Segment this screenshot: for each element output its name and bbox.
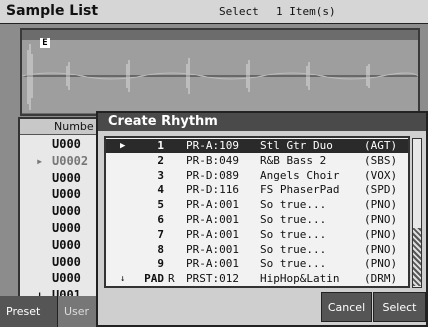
rhythm-number: 3 (157, 168, 164, 182)
sample-list-row[interactable]: U000 (20, 137, 106, 152)
sample-code: U000 (52, 137, 81, 151)
rhythm-name: So true... (260, 242, 327, 256)
rhythm-row[interactable]: 3 PR-D:089 Angels Choir (VOX) (106, 169, 408, 183)
rhythm-program: PR-D:116 (186, 183, 239, 197)
marker-e[interactable]: E (40, 38, 50, 48)
selection-arrow-icon: ▸ (36, 153, 44, 168)
rhythm-number: 2 (157, 153, 164, 167)
scrollbar-thumb[interactable] (413, 228, 421, 286)
select-button[interactable]: Select (373, 292, 426, 322)
sample-code: U000 (52, 204, 81, 219)
rhythm-category: (PNO) (364, 242, 398, 256)
rhythm-row[interactable]: 2 PR-B:049 R&B Bass 2 (SBS) (106, 154, 408, 168)
select-count: 1 Item(s) (276, 5, 336, 18)
sample-code: U0002 (52, 153, 89, 168)
rhythm-number: 8 (157, 242, 164, 256)
rhythm-category: (PNO) (364, 213, 398, 226)
rhythm-row[interactable]: 7 PR-A:001 So true... (PNO) (106, 228, 408, 242)
column-header-number: Numbe (20, 119, 106, 135)
rhythm-name: HipHop&Latin (260, 272, 340, 286)
sample-list-row[interactable]: U000 (20, 255, 106, 270)
rhythm-program: PR-D:089 (186, 168, 239, 182)
sample-list-row[interactable]: U000 (20, 171, 106, 186)
rhythm-name: So true... (260, 257, 327, 271)
dialog-title: Create Rhythm (98, 113, 426, 131)
rhythm-name: So true... (260, 198, 327, 212)
rhythm-number: 1 (157, 139, 164, 152)
page-title: Sample List (6, 3, 99, 19)
waveform-graph (22, 44, 418, 110)
rhythm-category: (SBS) (364, 153, 398, 167)
rhythm-r-flag: R (168, 272, 175, 286)
rhythm-program: PR-A:001 (186, 242, 239, 256)
rhythm-number: 6 (157, 213, 164, 226)
rhythm-program: PR-A:001 (186, 227, 239, 241)
sample-code: U000 (52, 187, 81, 202)
rhythm-name: Angels Choir (260, 168, 340, 182)
tab-preset[interactable]: Preset (0, 296, 58, 327)
rhythm-category: (SPD) (364, 183, 398, 197)
sample-list-row[interactable]: U000 (20, 271, 106, 286)
rhythm-number: 9 (157, 257, 164, 271)
rhythm-row[interactable]: 6 PR-A:001 So true... (PNO) (106, 213, 408, 227)
rhythm-category: (DRM) (364, 272, 398, 286)
rhythm-program: PR-B:049 (186, 153, 239, 167)
tab-user[interactable]: User (58, 296, 100, 327)
sample-code: U000 (52, 170, 81, 185)
rhythm-row[interactable]: 5 PR-A:001 So true... (PNO) (106, 198, 408, 212)
rhythm-row[interactable]: ▶ 1 PR-A:109 Stl Gtr Duo (AGT) (106, 139, 408, 153)
rhythm-row[interactable]: 4 PR-D:116 FS PhaserPad (SPD) (106, 183, 408, 197)
rhythm-category: (PNO) (364, 198, 398, 212)
sample-code: U000 (52, 237, 81, 252)
rhythm-program: PR-A:001 (186, 198, 239, 212)
rhythm-row[interactable]: 8 PR-A:001 So true... (PNO) (106, 243, 408, 257)
rhythm-category: (VOX) (364, 168, 398, 182)
sample-list-row[interactable]: U000 (20, 204, 106, 219)
select-label: Select (219, 5, 259, 18)
cancel-button[interactable]: Cancel (321, 292, 372, 322)
rhythm-number: 7 (157, 227, 164, 241)
rhythm-name: Stl Gtr Duo (260, 139, 333, 152)
rhythm-name: FS PhaserPad (260, 183, 340, 197)
rhythm-program: PR-A:001 (186, 257, 239, 271)
rhythm-name: R&B Bass 2 (260, 153, 327, 167)
rhythm-row[interactable]: ↓ PAD R PRST:012 HipHop&Latin (DRM) (106, 272, 408, 286)
rhythm-program: PRST:012 (186, 272, 239, 286)
rhythm-category: (PNO) (364, 227, 398, 241)
rhythm-category: (AGT) (364, 139, 398, 152)
sample-code: U000 (52, 254, 81, 269)
sample-list-row[interactable]: U000 (20, 221, 106, 236)
sample-list-row[interactable]: U000 (20, 238, 106, 253)
sample-code: U000 (52, 271, 81, 286)
rhythm-program: PR-A:109 (186, 139, 239, 152)
rhythm-category: (PNO) (364, 257, 398, 271)
sample-code: U000 (52, 221, 81, 235)
rhythm-name: So true... (260, 213, 327, 226)
rhythm-number: 5 (157, 198, 164, 212)
rhythm-number: PAD (144, 272, 164, 286)
rhythm-program: PR-A:001 (186, 213, 239, 226)
rhythm-number: 4 (157, 183, 164, 197)
waveform-display[interactable] (22, 40, 418, 113)
sample-list-row[interactable]: ▸ U0002 (20, 154, 106, 169)
sample-list-row[interactable]: U000 (20, 187, 106, 202)
rhythm-row[interactable]: 9 PR-A:001 So true... (PNO) (106, 257, 408, 271)
rhythm-name: So true... (260, 227, 327, 241)
